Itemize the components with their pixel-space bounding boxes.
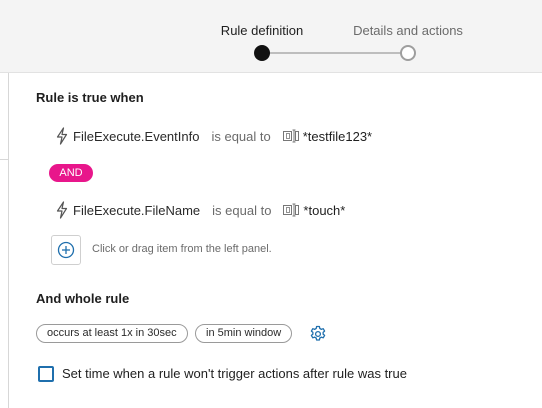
- text-value-icon: [282, 129, 299, 143]
- gear-icon[interactable]: [309, 325, 327, 343]
- step-rule-definition-dot[interactable]: [254, 45, 270, 61]
- condition-row[interactable]: FileExecute.EventInfo is equal to *testf…: [55, 126, 372, 146]
- condition-value[interactable]: *testfile123*: [303, 129, 372, 144]
- condition-row[interactable]: FileExecute.FileName is equal to *touch*: [55, 200, 345, 220]
- step-details-and-actions-dot[interactable]: [400, 45, 416, 61]
- condition-operator[interactable]: is equal to: [212, 203, 271, 218]
- condition-field[interactable]: FileExecute.EventInfo: [73, 129, 199, 144]
- occurrence-chip[interactable]: occurs at least 1x in 30sec: [36, 324, 188, 343]
- whole-rule-heading: And whole rule: [36, 291, 130, 306]
- add-condition-hint: Click or drag item from the left panel.: [92, 243, 272, 255]
- suppress-checkbox[interactable]: [38, 366, 54, 382]
- condition-value[interactable]: *touch*: [303, 203, 345, 218]
- step-details-and-actions-label[interactable]: Details and actions: [353, 23, 463, 39]
- condition-field[interactable]: FileExecute.FileName: [73, 203, 200, 218]
- panel-divider-tick: [0, 159, 8, 160]
- condition-operator[interactable]: is equal to: [211, 129, 270, 144]
- wizard-stepper: Rule definition Details and actions: [0, 0, 542, 73]
- text-value-icon: [283, 203, 300, 217]
- suppress-checkbox-label[interactable]: Set time when a rule won't trigger actio…: [62, 366, 407, 382]
- time-window-chip[interactable]: in 5min window: [195, 324, 293, 343]
- add-condition-button[interactable]: [51, 235, 81, 265]
- panel-divider: [8, 73, 9, 408]
- and-connector-badge[interactable]: AND: [49, 164, 93, 182]
- rule-conditions-heading: Rule is true when: [36, 90, 144, 105]
- step-rule-definition-label[interactable]: Rule definition: [221, 23, 303, 39]
- bolt-icon: [56, 201, 68, 219]
- stepper-connector-line: [262, 52, 408, 54]
- bolt-icon: [56, 127, 68, 145]
- rule-editor: Rule definition Details and actions Rule…: [0, 0, 542, 408]
- plus-circle-icon: [57, 241, 75, 259]
